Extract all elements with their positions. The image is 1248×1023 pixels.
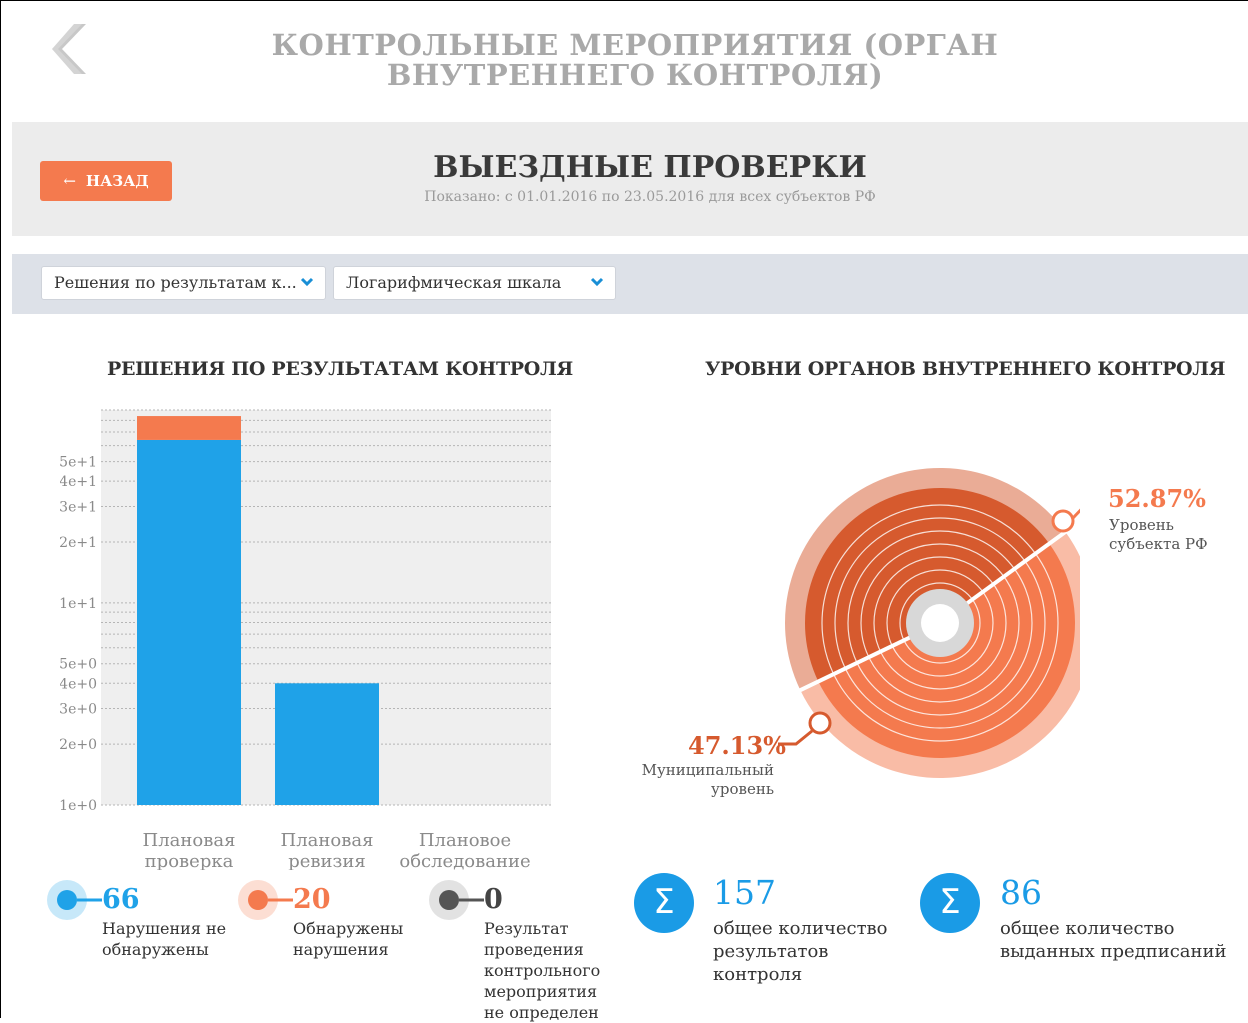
bar-segment [275,683,379,805]
frame-top-border [0,0,1248,1]
scale-select-value: Логарифмическая шкала [346,273,562,292]
y-tick-label: 2e+0 [60,737,97,753]
slice-value-label: 52.87% [1108,484,1206,513]
scale-select[interactable]: Логарифмическая шкала [333,266,616,300]
y-tick-label: 4e+0 [60,676,97,692]
y-tick-label: 1e+1 [60,596,97,612]
legend-value: 66 [102,884,140,915]
page-top-title: КОНТРОЛЬНЫЕ МЕРОПРИЯТИЯ (ОРГАН ВНУТРЕННЕ… [271,28,999,92]
legend-dot-icon [429,880,484,920]
back-button-label: НАЗАД [85,172,149,190]
arrow-left-icon: ← [63,172,76,190]
sigma-icon: Σ [634,873,694,933]
back-chevron-icon[interactable] [52,24,86,74]
slice-value-label: 47.13% [688,731,786,760]
page-subtitle: Показано: с 01.01.2016 по 23.05.2016 для… [424,189,876,205]
bar-segment [137,439,241,805]
y-tick-label: 4e+1 [60,474,97,490]
chevron-down-icon [300,277,314,287]
y-tick-label: 1e+0 [60,798,97,814]
back-button[interactable]: ← НАЗАД [40,161,172,201]
y-tick-label: 5e+1 [60,455,97,471]
y-tick-label: 2e+1 [60,535,97,551]
x-tick-label: Плановое обследование [399,830,530,870]
y-tick-label: 3e+0 [60,702,97,718]
x-tick-label: Плановая проверка [143,830,236,870]
legend-value: 0 [484,884,503,915]
chevron-down-icon [590,277,604,287]
x-tick-label: Плановая ревизия [281,830,374,870]
callout-marker [808,711,832,735]
y-tick-label: 5e+0 [60,657,97,673]
legend-label: Обнаружены нарушения [293,919,404,959]
legend-value: 20 [293,884,331,915]
sigma-icon: Σ [920,873,980,933]
bar-chart-title: РЕШЕНИЯ ПО РЕЗУЛЬТАТАМ КОНТРОЛЯ [107,358,573,380]
legend-label: Результат проведения контрольного меропр… [484,919,601,1022]
callout-line [1071,508,1080,520]
total-value: 86 [1000,873,1042,912]
total-label: общее количество выданных предписаний [1000,918,1227,962]
frame-left-border [0,0,1,1018]
donut-chart-title: УРОВНИ ОРГАНОВ ВНУТРЕННЕГО КОНТРОЛЯ [705,358,1226,380]
metric-select[interactable]: Решения по результатам к... [41,266,326,300]
page-title: ВЫЕЗДНЫЕ ПРОВЕРКИ [433,150,867,185]
bar-chart: 1e+0 2e+0 3e+0 4e+0 5e+0 1e+1 2e+1 3e+1 4e+1 5e+1… [60,409,551,870]
metric-select-value: Решения по результатам к... [54,273,297,292]
total-label: общее количество результатов контроля [713,918,888,985]
slice-name-label: Муниципальный уровень [641,761,774,798]
bar-segment [137,416,241,440]
legend-label: Нарушения не обнаружены [102,919,227,959]
slice-name-label: Уровень субъекта РФ [1109,516,1208,553]
callout-marker [1051,509,1075,533]
y-tick-label: 3e+1 [60,499,97,515]
total-value: 157 [713,873,776,912]
donut-hole [921,604,959,642]
